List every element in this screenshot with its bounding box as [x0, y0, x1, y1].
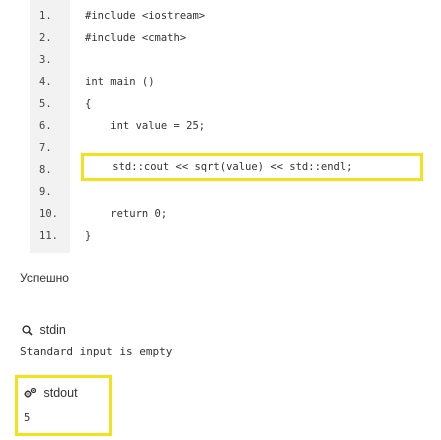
line-number: 10. — [39, 208, 58, 220]
code-line: 3. — [30, 49, 441, 71]
run-status: Успешно — [20, 271, 69, 285]
line-number: 5. — [39, 98, 52, 110]
line-number: 9. — [39, 186, 52, 198]
code-line: 4. int main () — [30, 71, 441, 93]
line-number: 1. — [39, 10, 52, 22]
line-number: 8. — [39, 164, 52, 176]
code-line: 10. return 0; — [30, 203, 441, 225]
code-line: 1. #include <iostream> — [30, 5, 441, 27]
code-text: int value = 25; — [85, 120, 206, 132]
line-number: 3. — [39, 54, 52, 66]
search-icon — [22, 325, 36, 339]
line-number: 11. — [39, 230, 58, 242]
line-number: 7. — [39, 142, 52, 154]
stdout-header: stdout — [24, 386, 78, 402]
stdout-panel: stdout 5 — [15, 375, 112, 436]
code-line: 5. { — [30, 93, 441, 115]
line-number: 4. — [39, 76, 52, 88]
line-number: 6. — [39, 120, 52, 132]
gears-icon — [24, 387, 40, 402]
stdin-message: Standard input is empty — [20, 345, 173, 358]
code-line: 11. } — [30, 225, 441, 247]
stdout-value: 5 — [24, 412, 31, 424]
code-line: 2. #include <cmath> — [30, 27, 441, 49]
code-text: #include <iostream> — [85, 10, 206, 22]
stdin-label: stdin — [39, 323, 66, 337]
code-text: } — [85, 230, 92, 242]
code-text: return 0; — [85, 208, 168, 220]
stdin-header: stdin — [22, 323, 66, 339]
code-text-highlighted: std::cout << sqrt(value) << std::endl; — [87, 161, 353, 173]
code-text: { — [85, 98, 92, 110]
code-line: 9. — [30, 181, 441, 203]
line-number: 2. — [39, 32, 52, 44]
code-editor: 1. #include <iostream> 2. #include <cmat… — [30, 0, 441, 253]
code-text: #include <cmath> — [85, 32, 187, 44]
code-text: int main () — [85, 76, 155, 88]
code-line: 6. int value = 25; — [30, 115, 441, 137]
stdout-label: stdout — [43, 386, 78, 400]
